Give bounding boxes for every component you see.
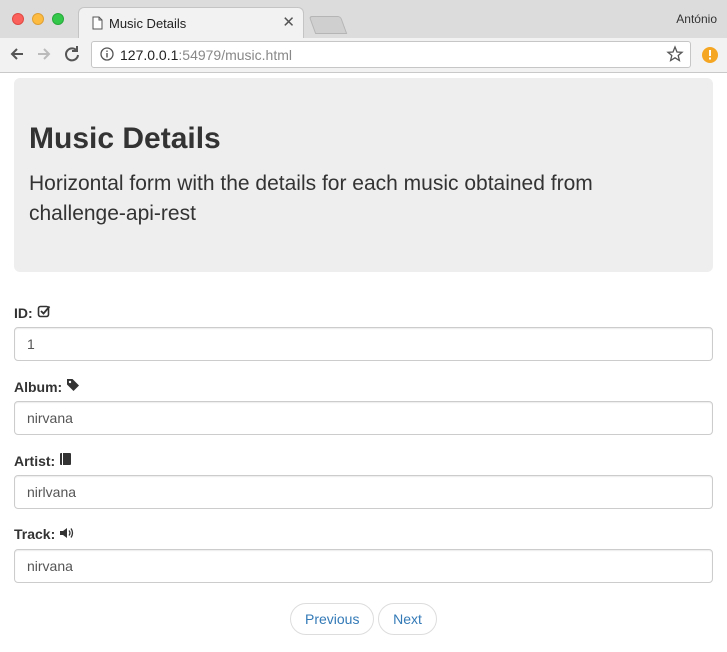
back-arrow-icon[interactable] xyxy=(7,44,27,64)
url-host: 127.0.0.1 xyxy=(120,47,179,63)
previous-button[interactable]: Previous xyxy=(290,603,374,635)
id-label-text: ID: xyxy=(14,304,33,321)
forward-arrow-icon[interactable] xyxy=(34,44,54,64)
tab-close-icon[interactable]: ✕ xyxy=(282,13,295,31)
jumbotron: Music Details Horizontal form with the d… xyxy=(14,78,713,272)
artist-input[interactable] xyxy=(14,475,713,509)
browser-toolbar: 127.0.0.1:54979/music.html xyxy=(0,38,727,73)
extension-warning-icon[interactable] xyxy=(701,46,719,69)
page-subtitle: Horizontal form with the details for eac… xyxy=(29,172,593,225)
window-close-button[interactable] xyxy=(12,13,24,25)
next-button[interactable]: Next xyxy=(378,603,437,635)
id-label: ID: xyxy=(14,304,51,321)
bookmark-star-icon[interactable] xyxy=(666,45,684,68)
tab-title: Music Details xyxy=(109,16,187,31)
volume-icon xyxy=(59,526,74,542)
track-label-text: Track: xyxy=(14,526,56,542)
url-path: :54979/music.html xyxy=(178,47,292,63)
check-square-icon xyxy=(37,304,51,321)
artist-label-text: Artist: xyxy=(14,452,56,469)
document-icon xyxy=(92,16,103,35)
album-input[interactable] xyxy=(14,401,713,435)
id-input[interactable] xyxy=(14,327,713,361)
tag-icon xyxy=(66,378,80,395)
window-minimize-button[interactable] xyxy=(32,13,44,25)
browser-tab[interactable]: Music Details ✕ xyxy=(78,7,304,38)
track-label: Track: xyxy=(14,526,74,542)
track-input[interactable] xyxy=(14,549,713,583)
address-bar[interactable]: 127.0.0.1:54979/music.html xyxy=(91,41,691,68)
url-text: 127.0.0.1:54979/music.html xyxy=(120,47,292,63)
album-label-text: Album: xyxy=(14,378,63,395)
page-title: Music Details xyxy=(29,122,221,155)
window-zoom-button[interactable] xyxy=(52,13,64,25)
reload-icon[interactable] xyxy=(62,44,82,64)
info-icon[interactable] xyxy=(100,47,114,66)
new-tab-button[interactable] xyxy=(308,16,348,34)
book-icon xyxy=(59,452,72,469)
browser-titlebar: Music Details ✕ António xyxy=(0,0,727,38)
artist-label: Artist: xyxy=(14,452,72,469)
profile-name[interactable]: António xyxy=(676,12,717,26)
album-label: Album: xyxy=(14,378,80,395)
